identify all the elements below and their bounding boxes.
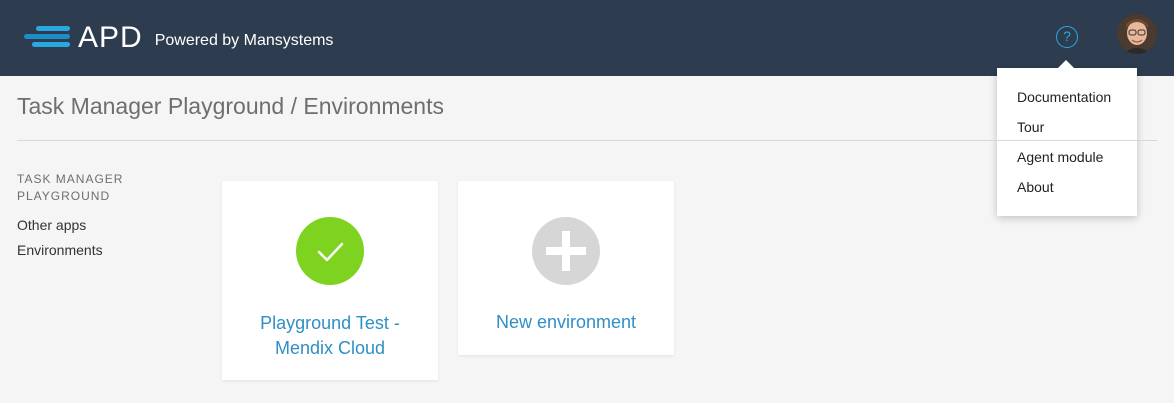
page-title: Task Manager Playground / Environments	[17, 93, 444, 119]
help-button[interactable]: ?	[1056, 26, 1078, 48]
apd-logo-icon	[24, 22, 72, 54]
environment-card-label: Playground Test - Mendix Cloud	[260, 313, 400, 358]
menu-item-agent-module[interactable]: Agent module	[997, 144, 1137, 174]
plus-icon	[532, 217, 600, 285]
help-dropdown-menu: Documentation Tour Agent module About	[997, 60, 1137, 216]
logo-subtitle: Powered by Mansystems	[154, 32, 334, 49]
sidebar-heading: TASK MANAGER PLAYGROUND	[17, 172, 124, 203]
new-environment-label: New environment	[495, 312, 637, 332]
new-environment-card[interactable]: New environment	[458, 181, 674, 355]
sidebar-item-environments[interactable]: Environments	[17, 242, 103, 258]
environment-card-playground-test[interactable]: Playground Test - Mendix Cloud	[222, 181, 438, 380]
check-icon	[296, 217, 364, 285]
logo-text: APD	[78, 21, 143, 54]
apd-logo[interactable]: APD Powered by Mansystems	[24, 18, 333, 58]
top-navigation-bar: APD Powered by Mansystems ?	[0, 0, 1174, 76]
user-avatar[interactable]	[1117, 14, 1157, 54]
sidebar-item-other-apps[interactable]: Other apps	[17, 217, 86, 233]
menu-item-about[interactable]: About	[997, 174, 1137, 204]
menu-item-documentation[interactable]: Documentation	[997, 84, 1137, 114]
question-mark-icon: ?	[1063, 28, 1071, 44]
title-divider	[17, 140, 1157, 141]
user-photo-icon	[1117, 14, 1157, 54]
